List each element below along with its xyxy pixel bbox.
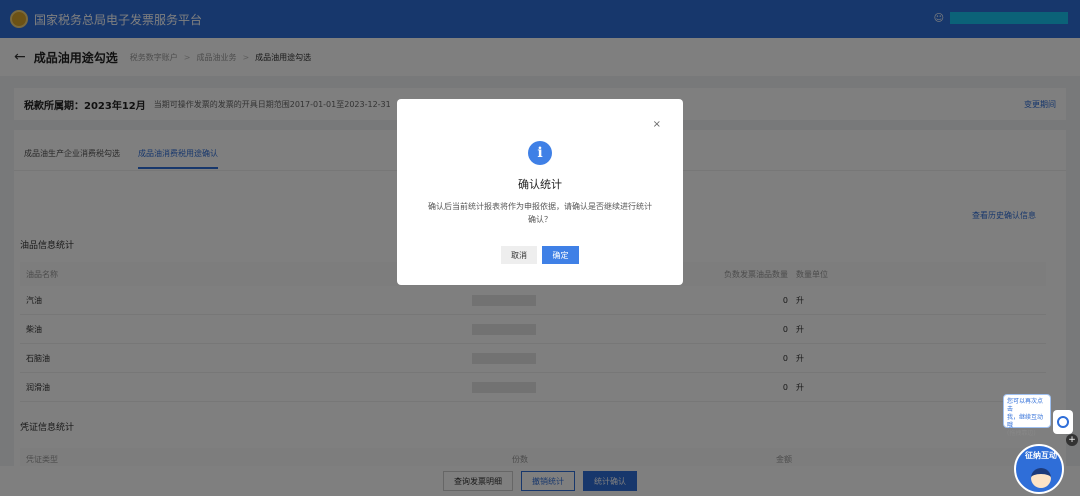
dialog-message: 确认后当前统计报表将作为申报依据，请确认是否继续进行统计确认？: [428, 202, 652, 224]
assistant-side-button[interactable]: [1053, 410, 1073, 434]
tip-line: 我，继续互动哦: [1007, 414, 1044, 429]
tip-line: (拖拽靠边): [1007, 430, 1036, 437]
confirm-dialog: × i 确认统计 确认后当前统计报表将作为申报依据，请确认是否继续进行统计确认？…: [397, 99, 683, 285]
assistant-mascot[interactable]: 征纳互动: [1014, 444, 1064, 494]
plus-icon[interactable]: +: [1066, 434, 1078, 446]
assistant-tip-bubble[interactable]: 您可以再次点击 我，继续互动哦 (拖拽靠边): [1003, 394, 1051, 437]
dialog-cancel-button[interactable]: 取消: [501, 246, 537, 264]
chat-icon: [1057, 416, 1069, 428]
dialog-ok-button[interactable]: 确定: [542, 246, 579, 264]
info-icon: i: [528, 141, 552, 165]
mascot-face-icon: [1031, 468, 1051, 488]
mascot-label: 征纳互动: [1025, 451, 1057, 460]
tip-line: 您可以再次点击: [1007, 398, 1044, 413]
close-icon[interactable]: ×: [653, 119, 661, 130]
dialog-title: 确认统计: [518, 178, 562, 191]
